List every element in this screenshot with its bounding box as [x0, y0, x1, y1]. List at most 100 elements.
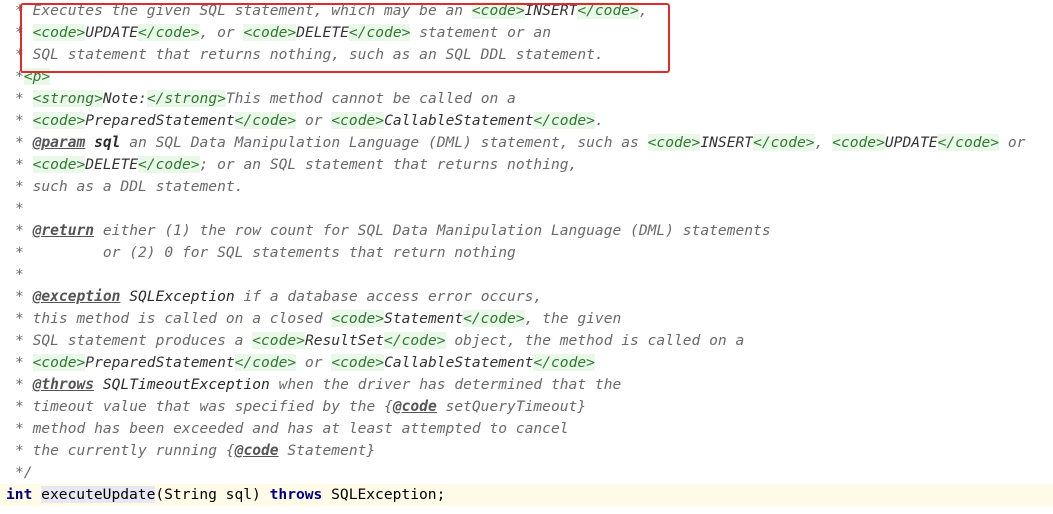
html-tag: </code> [234, 112, 297, 129]
html-tag: <code> [832, 134, 885, 151]
comment-line: * <code>PreparedStatement</code> or <cod… [0, 110, 1053, 132]
comment-text: */ [15, 464, 33, 481]
javadoc-tag: @code [234, 442, 279, 459]
method-name[interactable]: executeUpdate [41, 486, 156, 503]
html-tag: </code> [384, 332, 446, 349]
comment-text: * [15, 354, 33, 371]
html-tag: </code> [463, 310, 525, 327]
comment-text: setQueryTimeout} [436, 398, 587, 415]
comment-text: * [15, 222, 33, 239]
comment-line: * @return either (1) the row count for S… [0, 220, 1053, 242]
javadoc-tag: @throws [32, 376, 95, 393]
html-tag: <code> [331, 354, 385, 371]
comment-text: * [15, 288, 33, 305]
comment-line: * [0, 198, 1053, 220]
type-reference: SQLException [129, 288, 235, 305]
param-name: sql [94, 134, 121, 151]
comment-line: * <code>DELETE</code>; or an SQL stateme… [0, 154, 1053, 176]
comment-text: * [15, 68, 24, 85]
code-text: DELETE [296, 24, 349, 41]
method-params: (String sql) [155, 486, 270, 503]
html-tag: <code> [32, 156, 86, 173]
comment-text: statement or an [410, 24, 552, 41]
html-tag: </code> [753, 134, 815, 151]
html-tag: </code> [533, 354, 595, 371]
code-text: UPDATE [884, 134, 938, 151]
html-tag: <code> [243, 24, 297, 41]
comment-text: . [594, 112, 604, 129]
comment-text: * this method is called on a closed [15, 310, 332, 327]
comment-text: or [296, 112, 332, 129]
comment-text: or [296, 354, 332, 371]
comment-text: an SQL Data Manipulation Language (DML) … [120, 134, 648, 151]
comment-text: * timeout value that was specified by th… [15, 398, 393, 415]
comment-text: either (1) the row count for SQL Data Ma… [94, 222, 771, 239]
comment-text: * SQL statement that returns nothing, su… [15, 46, 604, 63]
comment-line: * SQL statement that returns nothing, su… [0, 44, 1053, 66]
html-tag: <code> [252, 332, 305, 349]
comment-text: when the driver has determined that the [269, 376, 622, 393]
comment-line: * such as a DDL statement. [0, 176, 1053, 198]
html-tag: <code> [32, 354, 86, 371]
comment-line: * method has been exceeded and has at le… [0, 418, 1053, 440]
comment-line: * @exception SQLException if a database … [0, 286, 1053, 308]
javadoc-tag: @return [32, 222, 95, 239]
comment-line: * @param sql an SQL Data Manipulation La… [0, 132, 1053, 154]
comment-line: *<p> [0, 66, 1053, 88]
html-tag: <strong> [32, 90, 103, 107]
html-tag: </code> [577, 2, 639, 19]
comment-text: , or [199, 24, 244, 41]
comment-line: * <code>PreparedStatement</code> or <cod… [0, 352, 1053, 374]
comment-text [94, 376, 103, 393]
code-text: PreparedStatement [85, 354, 235, 371]
comment-line: * <code>UPDATE</code>, or <code>DELETE</… [0, 22, 1053, 44]
html-tag: </code> [138, 24, 200, 41]
html-tag: <code> [471, 2, 525, 19]
return-type-keyword: int [6, 486, 33, 503]
html-tag: <code> [32, 24, 86, 41]
html-tag: <code> [32, 112, 86, 129]
comment-line: * <strong>Note:</strong>This method cann… [0, 88, 1053, 110]
code-editor[interactable]: * Executes the given SQL statement, whic… [0, 0, 1053, 506]
comment-text: * [15, 134, 33, 151]
comment-text [120, 288, 129, 305]
code-text: UPDATE [85, 24, 139, 41]
javadoc-tag: @exception [32, 288, 121, 305]
html-tag: </code> [533, 112, 595, 129]
comment-line: * timeout value that was specified by th… [0, 396, 1053, 418]
code-text: ResultSet [304, 332, 385, 349]
comment-text: object, the method is called on a [445, 332, 745, 349]
comment-text: * [15, 266, 24, 283]
html-tag: <code> [331, 112, 385, 129]
comment-text: , the given [524, 310, 622, 327]
comment-text: ; or an SQL statement that returns nothi… [199, 156, 578, 173]
html-tag: </code> [937, 134, 1000, 151]
comment-text: , [814, 134, 833, 151]
comment-text: , [638, 2, 648, 19]
comment-text: * the currently running { [15, 442, 235, 459]
comment-line: */ [0, 462, 1053, 484]
method-signature-line[interactable]: int executeUpdate(String sql) throws SQL… [0, 484, 1053, 506]
code-text: Statement [384, 310, 464, 327]
comment-text: * or (2) 0 for SQL statements that retur… [15, 244, 516, 261]
comment-line: * [0, 264, 1053, 286]
html-tag: <code> [331, 310, 385, 327]
code-text: INSERT [700, 134, 754, 151]
html-tag: </strong> [146, 90, 226, 107]
comment-text: * SQL statement produces a [15, 332, 253, 349]
comment-text: * [15, 156, 33, 173]
comment-text: Statement} [278, 442, 376, 459]
javadoc-comment-block: * Executes the given SQL statement, whic… [0, 0, 1053, 484]
code-text: Note: [102, 90, 147, 107]
comment-text: * Executes the given SQL statement, whic… [15, 2, 472, 19]
comment-line: * or (2) 0 for SQL statements that retur… [0, 242, 1053, 264]
code-text: PreparedStatement [85, 112, 235, 129]
comment-text: or [999, 134, 1026, 151]
html-tag: </code> [138, 156, 200, 173]
comment-line: * the currently running {@code Statement… [0, 440, 1053, 462]
throws-keyword: throws [269, 486, 323, 503]
comment-text: * [15, 112, 33, 129]
code-text: DELETE [85, 156, 139, 173]
thrown-exception: SQLException; [322, 486, 446, 503]
code-text: INSERT [524, 2, 578, 19]
